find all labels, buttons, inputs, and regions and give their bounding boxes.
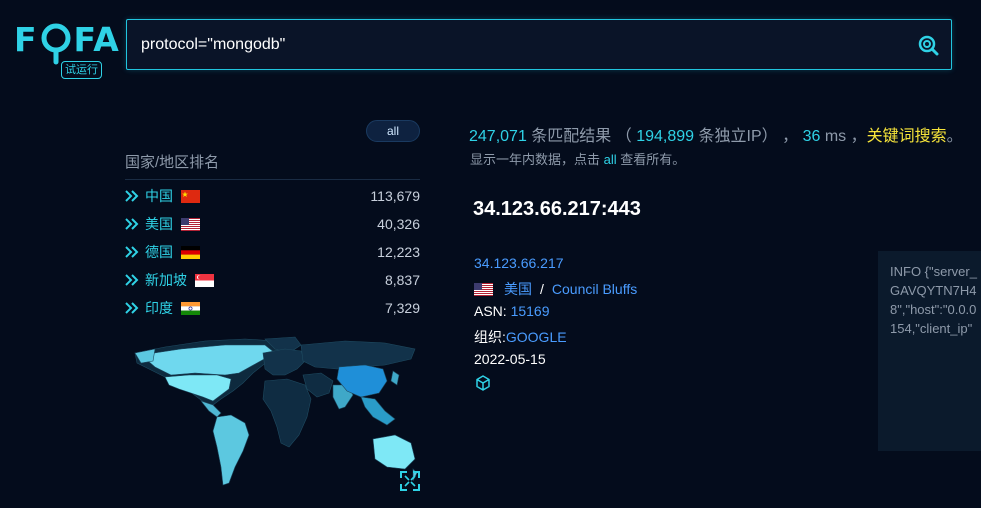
search-icon[interactable] bbox=[917, 34, 939, 56]
banner-line: 154,"client_ip" bbox=[890, 321, 973, 336]
country-name[interactable]: 德国 bbox=[145, 242, 173, 262]
map-africa bbox=[262, 378, 312, 448]
all-data-link[interactable]: all bbox=[604, 152, 617, 167]
logo-magnifier-icon bbox=[39, 21, 73, 64]
result-ip-row: 34.123.66.217 bbox=[474, 255, 774, 271]
country-count: 7,329 bbox=[384, 300, 420, 316]
result-date: 2022-05-15 bbox=[474, 351, 546, 367]
country-count: 12,223 bbox=[377, 244, 420, 260]
country-name[interactable]: 新加坡 bbox=[145, 270, 187, 290]
map-south-america bbox=[212, 414, 250, 486]
flag-sg-icon bbox=[195, 273, 214, 287]
keyword-search-link[interactable]: 关键词搜索 bbox=[867, 128, 947, 145]
match-label: 条匹配结果 bbox=[531, 128, 612, 145]
result-org-row: 组织:GOOGLE bbox=[474, 327, 774, 347]
period: 。 bbox=[946, 128, 963, 145]
result-country-link[interactable]: 美国 bbox=[504, 279, 532, 299]
map-southeast-asia bbox=[360, 396, 396, 426]
query-time: 36 bbox=[802, 128, 821, 145]
flag-us-icon bbox=[474, 282, 493, 296]
result-asn-row: ASN: 15169 bbox=[474, 303, 774, 319]
ranking-item-sg[interactable]: 新加坡 8,837 bbox=[125, 266, 420, 294]
banner-info-panel: INFO {"server_ GAVQYTN7H4 8","host":"0.0… bbox=[878, 251, 981, 451]
banner-line: GAVQYTN7H4 bbox=[890, 283, 977, 298]
map-russia bbox=[300, 340, 416, 370]
country-ranking-list: 中国 113,679 美国 40,326 德国 12,223 新加坡 8,837… bbox=[125, 182, 420, 322]
flag-us-icon bbox=[181, 217, 200, 231]
ranking-item-us[interactable]: 美国 40,326 bbox=[125, 210, 420, 238]
world-map[interactable] bbox=[125, 335, 420, 495]
result-ip-link[interactable]: 34.123.66.217 bbox=[474, 255, 564, 271]
ranking-item-de[interactable]: 德国 12,223 bbox=[125, 238, 420, 266]
country-name[interactable]: 中国 bbox=[145, 186, 173, 206]
result-location-row: 美国 / Council Bluffs bbox=[474, 279, 774, 299]
beta-badge: 试运行 bbox=[61, 61, 102, 79]
logo-letters-fa: FA bbox=[73, 20, 120, 59]
fofa-logo[interactable]: F FA 试运行 bbox=[14, 20, 119, 80]
double-chevron-icon bbox=[125, 218, 139, 230]
note-prefix: 显示一年内数据，点击 bbox=[470, 152, 601, 167]
asn-label: ASN: bbox=[474, 303, 507, 319]
banner-line: 8","host":"0.0.0 bbox=[890, 302, 977, 317]
location-slash: / bbox=[540, 281, 544, 297]
ip-count: 194,899 bbox=[636, 128, 695, 145]
ranking-item-cn[interactable]: 中国 113,679 bbox=[125, 182, 420, 210]
logo-letter-f: F bbox=[14, 20, 38, 59]
double-chevron-icon bbox=[125, 302, 139, 314]
country-count: 113,679 bbox=[370, 188, 420, 204]
map-japan bbox=[390, 370, 400, 386]
result-stats: 247,071 条匹配结果 （ 194,899 条独立IP） ， 36 ms ，… bbox=[469, 122, 963, 146]
double-chevron-icon bbox=[125, 190, 139, 202]
fullscreen-icon[interactable] bbox=[400, 471, 420, 491]
flag-de-icon bbox=[181, 245, 200, 259]
double-chevron-icon bbox=[125, 246, 139, 258]
org-link[interactable]: GOOGLE bbox=[506, 329, 567, 345]
ranking-divider bbox=[125, 179, 420, 180]
result-city-link[interactable]: Council Bluffs bbox=[552, 281, 637, 297]
separator: ， bbox=[782, 128, 799, 145]
note-suffix: 查看所有。 bbox=[620, 152, 686, 167]
double-chevron-icon bbox=[125, 274, 139, 286]
flag-cn-icon bbox=[181, 189, 200, 203]
country-name[interactable]: 美国 bbox=[145, 214, 173, 234]
org-label: 组织: bbox=[474, 329, 506, 345]
country-count: 40,326 bbox=[377, 216, 420, 232]
banner-line: INFO {"server_ bbox=[890, 264, 977, 279]
search-box[interactable] bbox=[126, 19, 952, 70]
flag-in-icon bbox=[181, 301, 200, 315]
country-count: 8,837 bbox=[384, 272, 420, 288]
country-name[interactable]: 印度 bbox=[145, 298, 173, 318]
match-count: 247,071 bbox=[469, 128, 527, 145]
search-input[interactable] bbox=[141, 34, 901, 56]
open-paren: （ bbox=[615, 128, 632, 145]
cube-icon[interactable] bbox=[475, 375, 491, 391]
separator: ， bbox=[850, 128, 867, 145]
ranking-title: 国家/地区排名 bbox=[125, 154, 220, 171]
map-australia bbox=[372, 434, 416, 470]
all-filter-button[interactable]: all bbox=[366, 120, 420, 142]
asn-link[interactable]: 15169 bbox=[511, 303, 550, 319]
result-host-link[interactable]: 34.123.66.217:443 bbox=[473, 198, 641, 221]
time-range-note: 显示一年内数据，点击 all 查看所有。 bbox=[470, 149, 685, 168]
map-europe bbox=[262, 348, 306, 376]
ip-label: 条独立IP） bbox=[698, 128, 778, 145]
ms-label: ms bbox=[824, 128, 847, 145]
ranking-item-in[interactable]: 印度 7,329 bbox=[125, 294, 420, 322]
